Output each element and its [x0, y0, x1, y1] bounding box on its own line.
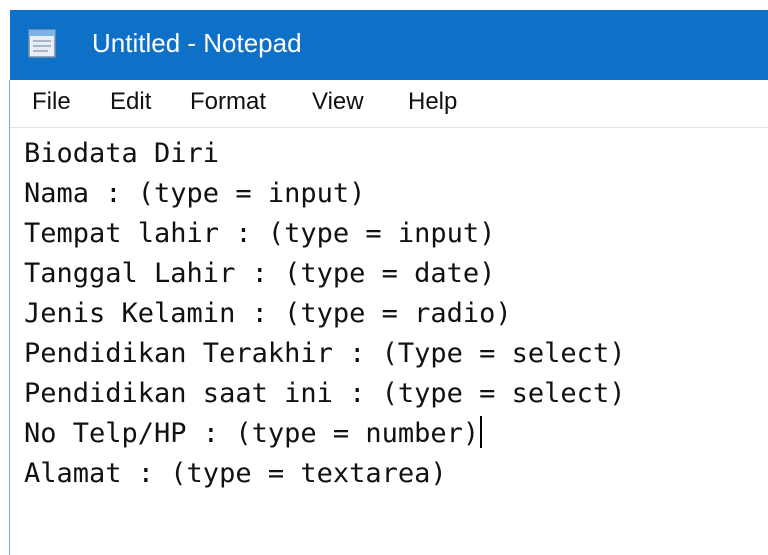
menu-bar: File Edit Format View Help — [10, 80, 768, 127]
text-line: Nama : (type = input) — [24, 178, 366, 209]
window-top-strip — [0, 0, 768, 10]
menu-edit[interactable]: Edit — [108, 88, 153, 116]
menu-format[interactable]: Format — [188, 88, 268, 116]
text-line: Biodata Diri — [24, 138, 220, 169]
text-line: No Telp/HP : (type = number) — [24, 414, 483, 454]
text-line: Pendidikan saat ini : (type = select) — [24, 378, 626, 409]
text-line: Jenis Kelamin : (type = radio) — [24, 298, 512, 329]
text-editor[interactable]: Biodata Diri Nama : (type = input) Tempa… — [10, 127, 768, 555]
notepad-window: Untitled - Notepad File Edit Format View… — [0, 0, 768, 555]
text-caret — [480, 416, 483, 448]
text-line: Tanggal Lahir : (type = date) — [24, 258, 496, 289]
menu-help[interactable]: Help — [406, 88, 459, 116]
text-line: Alamat : (type = textarea) — [24, 458, 447, 489]
menu-file[interactable]: File — [30, 88, 73, 116]
title-bar[interactable]: Untitled - Notepad — [10, 10, 768, 80]
menu-view[interactable]: View — [310, 88, 366, 116]
window-title: Untitled - Notepad — [92, 28, 302, 58]
text-line: Pendidikan Terakhir : (Type = select) — [24, 338, 626, 369]
text-line: Tempat lahir : (type = input) — [24, 218, 496, 249]
notepad-icon — [28, 29, 56, 58]
window-left-border — [0, 80, 10, 555]
